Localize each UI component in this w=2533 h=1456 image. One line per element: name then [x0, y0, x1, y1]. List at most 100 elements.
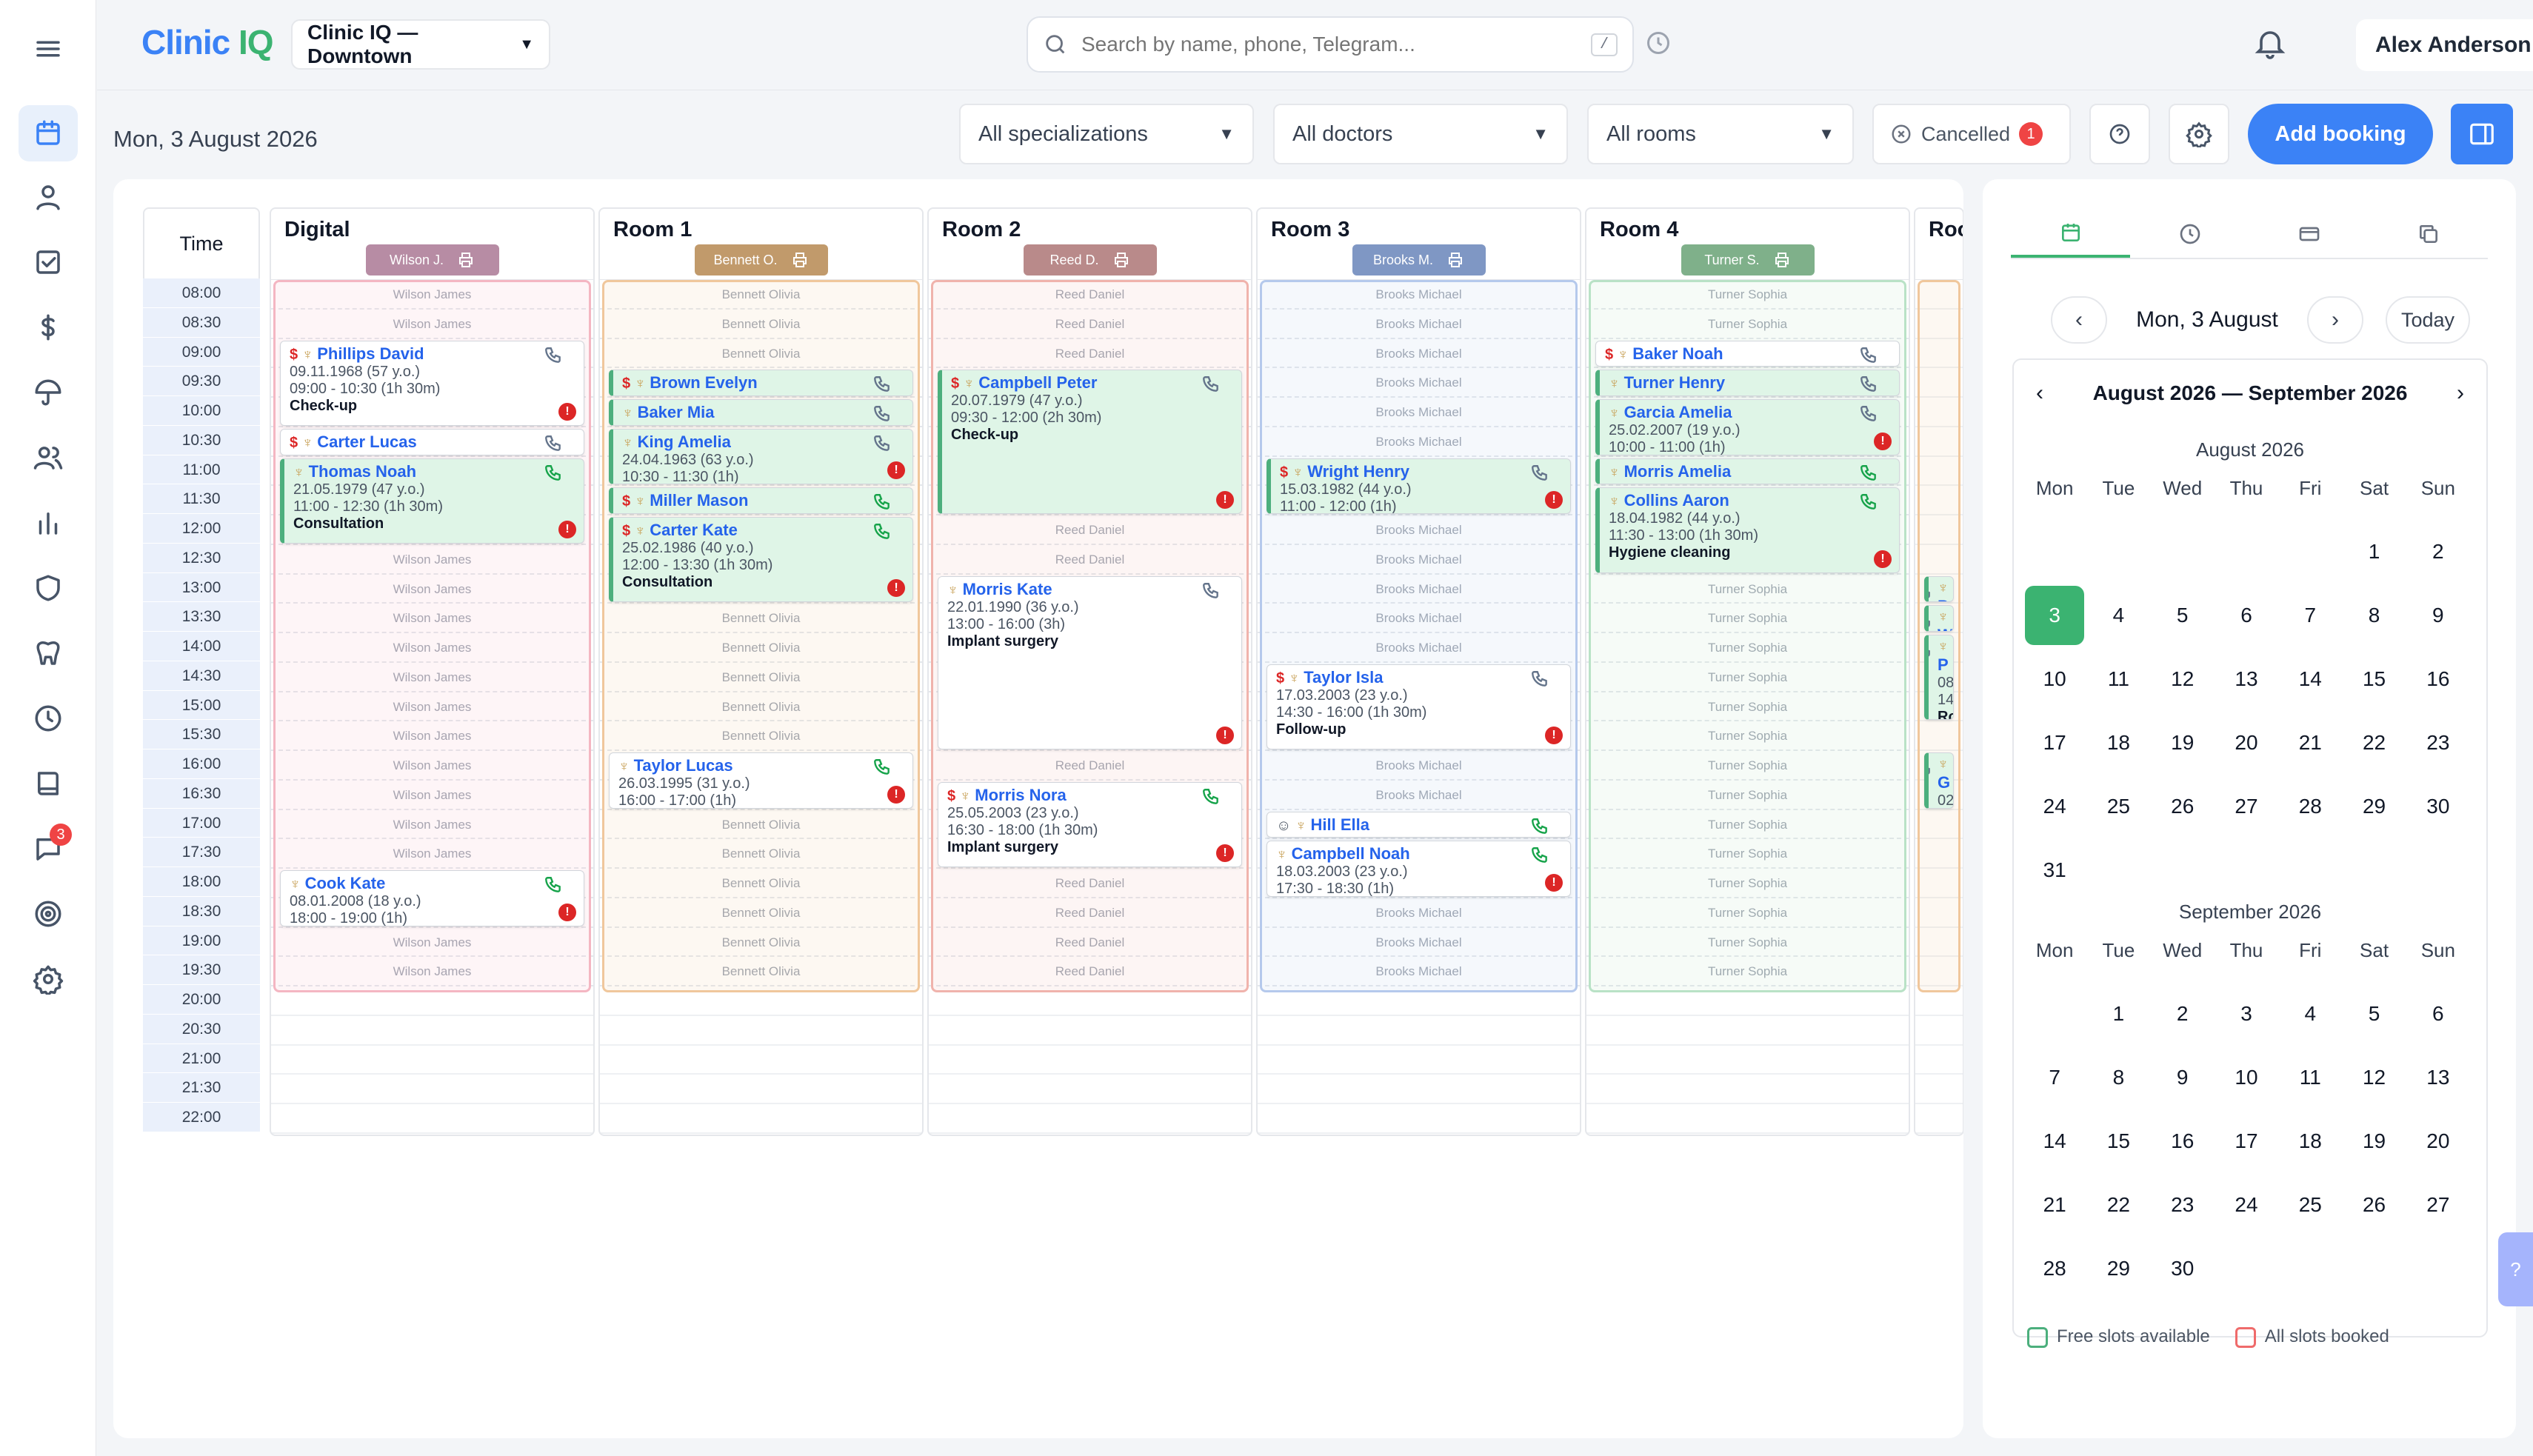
appointment-card[interactable]: ♆ W: [1924, 605, 1954, 632]
empty-slot[interactable]: [1915, 957, 1963, 986]
calendar-day[interactable]: 4: [2278, 982, 2342, 1046]
phone-icon[interactable]: [1929, 758, 1932, 777]
appointment-card[interactable]: $ ♆ Brown Evelyn: [609, 370, 913, 396]
appointment-card[interactable]: ♆ Thomas Noah 21.05.1979 (47 y.o.) 11:00…: [280, 458, 584, 544]
calendar-day[interactable]: 29: [2342, 775, 2406, 838]
free-slot[interactable]: Turner Sophia: [1586, 957, 1909, 986]
free-slot[interactable]: Bennett Olivia: [600, 280, 922, 310]
empty-slot[interactable]: [600, 1075, 922, 1104]
free-slot[interactable]: Bennett Olivia: [600, 810, 922, 840]
free-slot[interactable]: Brooks Michael: [1258, 339, 1580, 369]
empty-slot[interactable]: [1915, 1046, 1963, 1075]
empty-slot[interactable]: [1258, 1046, 1580, 1075]
calendar-day[interactable]: 1: [2342, 520, 2406, 584]
empty-slot[interactable]: [1915, 515, 1963, 545]
appointment-card[interactable]: $ ♆ Wright Henry 15.03.1982 (44 y.o.) 11…: [1266, 458, 1571, 514]
appointment-card[interactable]: $ ♆ Campbell Peter 20.07.1979 (47 y.o.) …: [938, 370, 1242, 514]
patient-name[interactable]: P: [1938, 655, 1949, 674]
empty-slot[interactable]: [929, 1046, 1251, 1075]
calendar-day[interactable]: 30: [2151, 1237, 2215, 1300]
free-slot[interactable]: Turner Sophia: [1586, 280, 1909, 310]
settings-button[interactable]: [2169, 104, 2229, 164]
shield-icon[interactable]: [19, 560, 78, 616]
calendar-day[interactable]: 19: [2342, 1109, 2406, 1173]
free-slot[interactable]: Turner Sophia: [1586, 575, 1909, 604]
umbrella-icon[interactable]: [19, 364, 78, 421]
patient-name[interactable]: Miller Mason: [650, 491, 748, 510]
empty-slot[interactable]: [1258, 1104, 1580, 1134]
free-slot[interactable]: Wilson James: [271, 957, 593, 986]
free-slot[interactable]: Bennett Olivia: [600, 339, 922, 369]
appointment-card[interactable]: ♆ Campbell Noah 18.03.2003 (23 y.o.) 17:…: [1266, 841, 1571, 897]
phone-icon[interactable]: [1859, 404, 1878, 424]
task-icon[interactable]: [19, 234, 78, 290]
free-slot[interactable]: Wilson James: [271, 928, 593, 958]
free-slot[interactable]: Wilson James: [271, 575, 593, 604]
phone-icon[interactable]: [872, 434, 892, 453]
empty-slot[interactable]: [1915, 545, 1963, 575]
phone-icon[interactable]: [544, 464, 563, 483]
empty-slot[interactable]: [600, 1046, 922, 1075]
patient-name[interactable]: Hill Ella: [1311, 815, 1369, 834]
chart-icon[interactable]: [19, 495, 78, 551]
user-menu[interactable]: Alex Anderson: [2356, 19, 2533, 71]
free-slot[interactable]: Bennett Olivia: [600, 721, 922, 751]
calendar-day[interactable]: 21: [2278, 711, 2342, 775]
empty-slot[interactable]: [600, 1104, 922, 1134]
phone-icon[interactable]: [544, 875, 563, 895]
free-slot[interactable]: Reed Daniel: [929, 515, 1251, 545]
phone-icon[interactable]: [1530, 669, 1549, 689]
free-slot[interactable]: Wilson James: [271, 310, 593, 339]
appointment-card[interactable]: $ ♆ Miller Mason: [609, 487, 913, 514]
phone-icon[interactable]: [544, 346, 563, 365]
phone-icon[interactable]: [872, 522, 892, 541]
calendar-day[interactable]: 19: [2151, 711, 2215, 775]
appointment-card[interactable]: ♆ Morris Amelia: [1595, 458, 1900, 485]
free-slot[interactable]: Bennett Olivia: [600, 604, 922, 633]
calendar-day[interactable]: 15: [2086, 1109, 2150, 1173]
calendar-day[interactable]: 26: [2342, 1173, 2406, 1237]
print-icon[interactable]: [791, 251, 809, 269]
empty-slot[interactable]: [1258, 986, 1580, 1016]
calendar-day[interactable]: 6: [2215, 584, 2278, 647]
phone-icon[interactable]: [1859, 492, 1878, 512]
patient-name[interactable]: Thomas Noah: [309, 462, 416, 481]
print-icon[interactable]: [1446, 251, 1464, 269]
person-icon[interactable]: [19, 169, 78, 225]
patient-name[interactable]: P: [1938, 597, 1949, 602]
empty-slot[interactable]: [1915, 339, 1963, 369]
free-slot[interactable]: Reed Daniel: [929, 280, 1251, 310]
free-slot[interactable]: Brooks Michael: [1258, 515, 1580, 545]
calendar-day[interactable]: 23: [2406, 711, 2470, 775]
appointment-card[interactable]: ♆ Garcia Amelia 25.02.2007 (19 y.o.) 10:…: [1595, 399, 1900, 455]
free-slot[interactable]: Bennett Olivia: [600, 957, 922, 986]
history-icon[interactable]: [1645, 30, 1672, 56]
calendar-day[interactable]: 16: [2406, 647, 2470, 711]
patient-name[interactable]: Collins Aaron: [1624, 491, 1729, 510]
free-slot[interactable]: Turner Sophia: [1586, 781, 1909, 810]
empty-slot[interactable]: [1915, 280, 1963, 310]
patient-name[interactable]: Baker Mia: [638, 403, 715, 421]
patient-name[interactable]: King Amelia: [638, 433, 731, 451]
help-tab[interactable]: ?: [2498, 1232, 2533, 1306]
calendar-day[interactable]: 20: [2215, 711, 2278, 775]
patient-name[interactable]: Carter Kate: [650, 521, 738, 539]
free-slot[interactable]: Bennett Olivia: [600, 928, 922, 958]
calendar-day[interactable]: 16: [2151, 1109, 2215, 1173]
free-slot[interactable]: Turner Sophia: [1586, 663, 1909, 692]
free-slot[interactable]: Brooks Michael: [1258, 781, 1580, 810]
calendar-day[interactable]: 7: [2023, 1046, 2086, 1109]
empty-slot[interactable]: [1915, 869, 1963, 898]
calendar-day[interactable]: 2: [2406, 520, 2470, 584]
free-slot[interactable]: Reed Daniel: [929, 339, 1251, 369]
phone-icon[interactable]: [1201, 787, 1221, 807]
empty-slot[interactable]: [271, 1104, 593, 1134]
empty-slot[interactable]: [1586, 1016, 1909, 1046]
calendar-day[interactable]: 3: [2215, 982, 2278, 1046]
calendar-day[interactable]: 9: [2151, 1046, 2215, 1109]
empty-slot[interactable]: [1915, 486, 1963, 515]
appointment-card[interactable]: $ ♆ Phillips David 09.11.1968 (57 y.o.) …: [280, 340, 584, 426]
calendar-day[interactable]: 23: [2151, 1173, 2215, 1237]
free-slot[interactable]: Bennett Olivia: [600, 839, 922, 869]
calendar-day[interactable]: 27: [2215, 775, 2278, 838]
